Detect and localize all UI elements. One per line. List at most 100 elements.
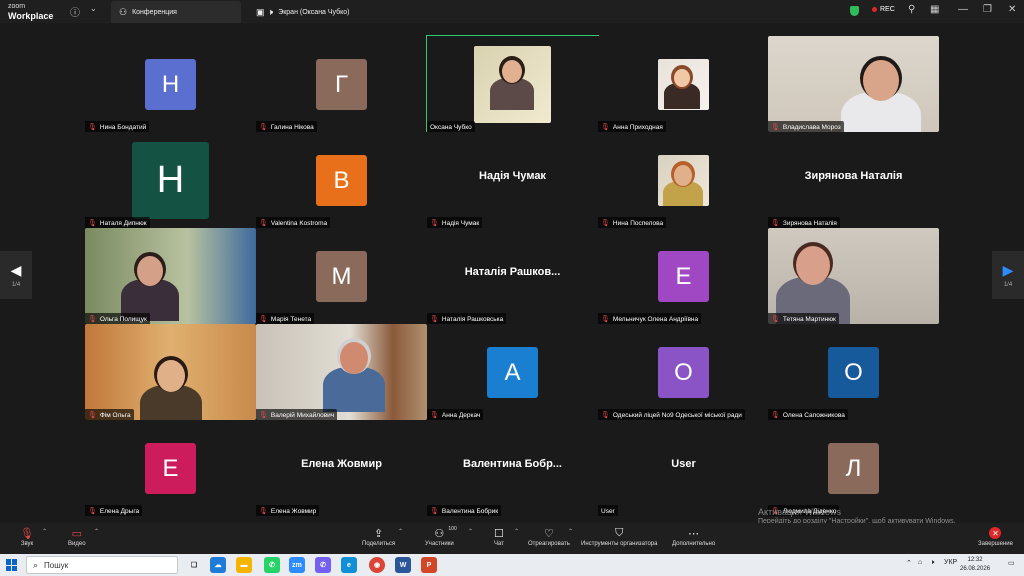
participant-name: Тетяна Мартинюк [782,315,836,323]
close-icon[interactable]: ✕ [1008,4,1016,15]
share-label: Поделиться [362,541,396,547]
host-tools-button[interactable]: ⛉ Инструменты организатора [581,527,657,547]
participant-tile[interactable]: 🎙 Анна Приходная [598,36,769,132]
participant-name-label: 🎙 Владислава Мороз [768,121,844,132]
participant-tile[interactable]: Н 🎙 Наталя Дипнюк [85,132,256,228]
participant-name: Нина Поспелова [612,219,664,227]
participant-tile[interactable]: Е 🎙 Мельничук Олена Андріївна [598,228,769,324]
participant-tile[interactable]: М 🎙 Марія Тенета [256,228,427,324]
zoom-app-icon[interactable]: zm [289,557,305,573]
participant-tile[interactable]: А 🎙 Анна Деркач [427,324,598,420]
chat-icon: ☐ [494,528,504,540]
participant-tile[interactable]: Л 🎙 Людмила Діденко [768,420,939,516]
participant-name: Фім Ольга [99,411,131,419]
widgets-icon[interactable]: ☁ [210,557,226,573]
taskbar-search[interactable]: ⌕ Пошук [26,556,178,574]
tab-meeting[interactable]: ⚇ Конференция [111,1,241,23]
audio-button[interactable]: 🎙 Звук ⌃ [20,527,47,547]
chevron-up-icon[interactable]: ⌃ [568,528,573,535]
chevron-up-icon[interactable]: ⌃ [398,528,403,535]
chevron-up-icon[interactable]: ⌃ [42,528,47,535]
participant-name-label: 🎙 Нина Бондатий [85,121,150,132]
edge-icon[interactable]: e [341,557,357,573]
tray-chevron-icon[interactable]: ⌃ [906,559,912,567]
participants-button[interactable]: ⚇ 100 Участники ⌃ [425,526,473,547]
participant-tile[interactable]: Елена Жовмир 🎙 Елена Жовмир [256,420,427,516]
participant-name: Анна Деркач [441,411,481,419]
view-grid-icon[interactable]: ▦ [930,4,939,15]
windows-start-icon[interactable] [6,559,18,571]
participant-tile[interactable]: 🎙 Тетяна Мартинюк [768,228,939,324]
network-icon[interactable]: ⌂ [918,559,922,566]
participant-name-label: 🎙 Наталя Дипнюк [85,217,150,228]
participant-name-label: 🎙 Галина Нікова [256,121,317,132]
next-page-button[interactable]: ▶ 1/4 [992,251,1024,299]
notifications-icon[interactable]: ▭ [1008,559,1015,567]
minimize-icon[interactable]: — [958,4,968,15]
participant-tile[interactable]: 🎙 Владислава Мороз [768,36,939,132]
mic-muted-icon: 🎙 [20,528,34,540]
word-icon[interactable]: W [395,557,411,573]
screen-share-icon: ▣ [256,6,265,17]
participant-display-name: Елена Жовмир [301,458,382,470]
participant-tile[interactable]: Наталія Рашков... 🎙 Наталія Рашковська [427,228,598,324]
participant-tile[interactable]: Е 🎙 Елена Дрыга [85,420,256,516]
participant-name: Елена Дрыга [99,507,140,515]
recording-indicator[interactable]: REC [872,6,895,13]
video-gallery: ◀ 1/4 ▶ 1/4 Н 🎙 Нина Бондатий Г 🎙 Галина Ніко… [0,23,1024,525]
chevron-up-icon[interactable]: ⌃ [468,528,473,535]
shield-icon[interactable] [850,6,859,16]
participant-tile[interactable]: 🎙 Ольга Полищук [85,228,256,324]
search-placeholder: Пошук [44,560,69,570]
chat-button[interactable]: ☐ Чат ⌃ [494,527,519,547]
participant-name: Марія Тенета [270,315,312,323]
participant-name: Ольга Полищук [99,315,147,323]
end-meeting-button[interactable]: ✕ Завершение [978,527,1013,547]
info-icon[interactable]: ⓘ [70,4,80,19]
participant-photo [658,59,709,110]
participant-name: Одеський ліцей No9 Одеської міської ради [612,411,742,419]
powerpoint-icon[interactable]: P [421,557,437,573]
participant-name-label: 🎙 Валерій Михайлович [256,409,338,420]
viber-icon[interactable]: ✆ [315,557,331,573]
participant-name: Надія Чумак [441,219,480,227]
prev-page-button[interactable]: ◀ 1/4 [0,251,32,299]
participant-tile[interactable]: Валентина Бобр... 🎙 Валентина Бобрик [427,420,598,516]
tab-meeting-label: Конференция [132,8,177,16]
restore-icon[interactable]: ❐ [983,4,992,15]
participant-tile[interactable]: User User [598,420,769,516]
more-button[interactable]: ⋯ Дополнительно [672,527,715,547]
participant-tile[interactable]: 🎙 Валерій Михайлович [256,324,427,420]
language-indicator[interactable]: УКР [944,559,957,566]
volume-icon[interactable]: 🕨 [930,559,934,567]
participant-tile[interactable]: Зирянова Наталія 🎙 Зирянова Наталія [768,132,939,228]
participant-tile[interactable]: Оксана Чубко [426,35,599,133]
participant-tile[interactable]: Г 🎙 Галина Нікова [256,36,427,132]
participant-name-label: 🎙 Нина Поспелова [598,217,667,228]
video-button[interactable]: ▭ Видео ⌃ [68,527,99,547]
pin-icon[interactable]: ⚲ [908,4,915,15]
whatsapp-icon[interactable]: ✆ [264,557,280,573]
participant-tile[interactable]: В 🎙 Valentina Kostroma [256,132,427,228]
chevron-up-icon[interactable]: ⌃ [514,528,519,535]
participant-tile[interactable]: Н 🎙 Нина Бондатий [85,36,256,132]
participant-tile[interactable]: 🎙 Нина Поспелова [598,132,769,228]
tab-screen-share[interactable]: ▣ 🕨 Экран (Оксана Чубко) [248,1,418,23]
clock[interactable]: 12:32 26.08.2026 [960,556,990,574]
react-button[interactable]: ♡ Отреагировать ⌃ [528,527,573,547]
participant-tile[interactable]: 🎙 Фім Ольга [85,324,256,420]
logo-line2: Workplace [8,11,54,21]
participant-name-label: 🎙 Зирянова Наталія [768,217,840,228]
chevron-down-icon[interactable]: ⌄ [90,4,97,13]
rec-label: REC [880,6,895,13]
chrome-icon[interactable]: ◉ [369,557,385,573]
chevron-up-icon[interactable]: ⌃ [94,528,99,535]
mic-muted-icon: 🎙 [771,412,780,419]
arrow-right-icon: ▶ [1002,262,1014,278]
task-view-icon[interactable]: ❏ [186,557,202,573]
participant-tile[interactable]: Надія Чумак 🎙 Надія Чумак [427,132,598,228]
share-button[interactable]: ⇪ Поделиться ⌃ [362,527,403,547]
participant-tile[interactable]: О 🎙 Одеський ліцей No9 Одеської міської ра… [598,324,769,420]
file-explorer-icon[interactable]: ▬ [236,557,252,573]
participant-tile[interactable]: О 🎙 Олена Сапожникова [768,324,939,420]
